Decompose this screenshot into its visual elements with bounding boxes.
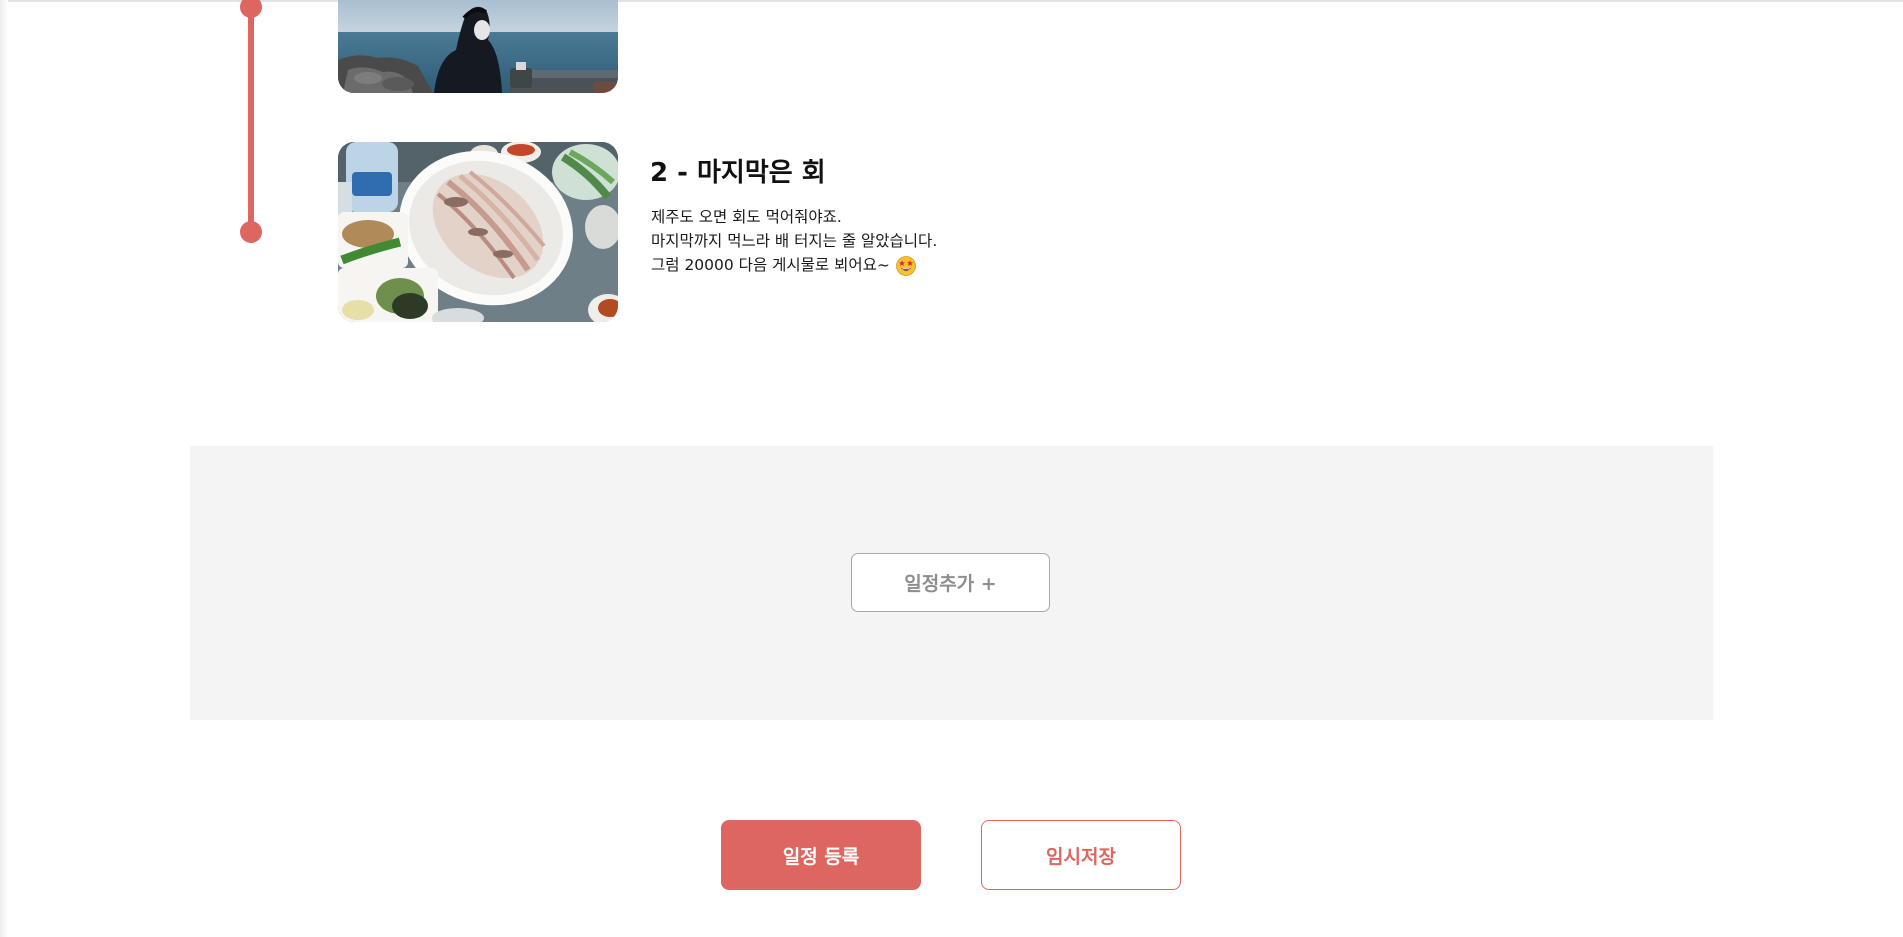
add-schedule-panel: 일정추가 + bbox=[190, 446, 1713, 720]
entry-line: 제주도 오면 회도 먹어줘야죠. bbox=[651, 208, 842, 226]
entry-description: 제주도 오면 회도 먹어줘야죠. 마지막까지 먹느라 배 터지는 줄 알았습니다… bbox=[651, 205, 937, 277]
entry-title: 2 - 마지막은 회 bbox=[650, 158, 826, 188]
seaside-photo[interactable] bbox=[338, 0, 618, 93]
entry-line-text: 그럼 20000 다음 게시물로 뵈어요~ bbox=[651, 256, 890, 274]
add-schedule-button[interactable]: 일정추가 + bbox=[851, 553, 1050, 612]
timeline-line bbox=[248, 0, 254, 232]
page: 2 - 마지막은 회 제주도 오면 회도 먹어줘야죠. 마지막까지 먹느라 배 … bbox=[0, 0, 1903, 937]
top-divider bbox=[0, 0, 1903, 2]
star-struck-emoji-icon bbox=[895, 255, 916, 276]
entry-line-with-emoji: 그럼 20000 다음 게시물로 뵈어요~ bbox=[651, 253, 937, 277]
timeline-dot bbox=[240, 0, 262, 18]
sashimi-photo[interactable] bbox=[338, 142, 618, 322]
register-schedule-button[interactable]: 일정 등록 bbox=[721, 820, 921, 890]
entry-line: 마지막까지 먹느라 배 터지는 줄 알았습니다. bbox=[651, 232, 938, 250]
left-edge-shadow bbox=[0, 0, 8, 937]
save-draft-button[interactable]: 임시저장 bbox=[981, 820, 1181, 890]
timeline-dot bbox=[240, 221, 262, 243]
